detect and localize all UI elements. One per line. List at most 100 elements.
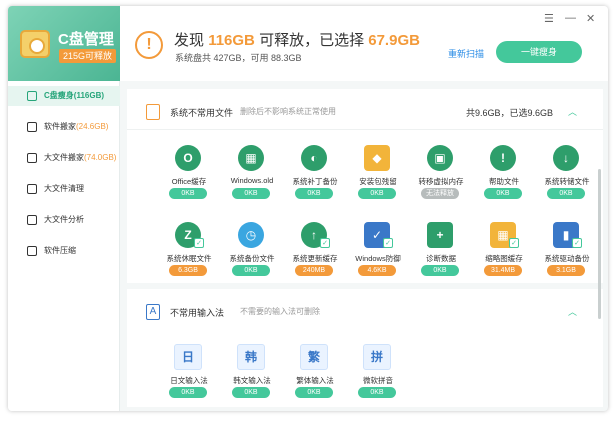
cleanup-item[interactable]: ↓ 系统转储文件 0KB bbox=[536, 145, 598, 207]
sidebar-item-size: (74.0GB) bbox=[84, 153, 117, 162]
item-size-badge: 0KB bbox=[421, 265, 459, 276]
ime-item[interactable]: 繁繁体输入法 0KB bbox=[284, 344, 346, 406]
cleanup-item[interactable]: + 诊断数据 0KB bbox=[410, 222, 472, 284]
item-label: 系统转储文件 bbox=[544, 177, 590, 186]
item-label: 诊断数据 bbox=[426, 254, 456, 263]
section-title: 系统不常用文件 bbox=[170, 108, 234, 118]
sidebar-item-text: 软件压缩 bbox=[44, 246, 76, 255]
rescan-link[interactable]: 重新扫描 bbox=[448, 47, 484, 60]
cleanup-item[interactable]: ✓ ✓ Windows防御 4.6KB bbox=[347, 222, 409, 284]
item-size-badge: 0KB bbox=[169, 188, 207, 199]
scrollbar[interactable] bbox=[598, 169, 601, 319]
sidebar-item-6[interactable]: 软件压缩 bbox=[8, 241, 120, 261]
sidebar-item-label: C盘瘦身(116GB) bbox=[44, 86, 104, 106]
item-size-badge: 无法释放 bbox=[421, 188, 459, 199]
collapse-icon[interactable]: ︿ bbox=[568, 305, 577, 318]
sidebar-item-label: 软件搬家(24.6GB) bbox=[44, 117, 108, 137]
item-size-badge: 31.4MB bbox=[484, 265, 522, 276]
cleanup-item[interactable]: ▣ 转移虚拟内存 无法释放 bbox=[410, 145, 472, 207]
cleanup-item[interactable]: ▦ ✓ 缩略图缓存 31.4MB bbox=[473, 222, 535, 284]
warning-icon: ! bbox=[135, 31, 163, 59]
collapse-icon[interactable]: ︿ bbox=[568, 105, 577, 118]
menu-icon[interactable]: ☰ bbox=[544, 12, 554, 25]
cleanup-item[interactable]: O Office缓存 0KB bbox=[158, 145, 220, 207]
ime-icon: 韩 bbox=[237, 344, 265, 370]
cleanup-item[interactable]: ▦ Windows.old 0KB bbox=[221, 145, 283, 207]
item-label: 缩略图缓存 bbox=[485, 254, 523, 263]
item-size-badge: 0KB bbox=[232, 188, 270, 199]
keyboard-a-icon: A bbox=[146, 304, 160, 320]
checkbox-icon[interactable]: ✓ bbox=[509, 238, 519, 248]
sidebar-item-label: 大文件搬家(74.0GB) bbox=[44, 148, 116, 168]
drive-icon bbox=[27, 91, 37, 101]
item-label: Windows.old bbox=[230, 176, 274, 185]
checkbox-icon[interactable]: ✓ bbox=[320, 238, 330, 248]
item-icon: ! bbox=[490, 145, 516, 171]
item-label: 系统补丁备份 bbox=[292, 177, 338, 186]
sidebar-item-4[interactable]: 大文件清理 bbox=[8, 179, 120, 199]
section-summary: 共9.6GB，已选9.6GB bbox=[465, 108, 553, 118]
cleanup-item[interactable]: ◐ 系统补丁备份 0KB bbox=[284, 145, 346, 207]
chart-icon bbox=[27, 215, 37, 225]
cleanup-item[interactable]: Z ✓ 系统休眠文件 6.3GB bbox=[158, 222, 220, 284]
ime-item[interactable]: 拼微软拼音 0KB bbox=[347, 344, 409, 406]
item-size-badge: 3.1GB bbox=[547, 265, 585, 276]
sidebar: C盘管理 215G可释放 C盘瘦身(116GB) 软件搬家(24.6GB) 大文件搬… bbox=[8, 6, 120, 411]
sidebar-item-text: C盘瘦身 bbox=[44, 91, 74, 100]
disk-info: 系统盘共 427GB，可用 88.3GB bbox=[175, 53, 302, 63]
item-size-badge: 0KB bbox=[484, 188, 522, 199]
section-header-system-files: 系统不常用文件 删除后不影响系统正常使用 共9.6GB，已选9.6GB ︿ bbox=[127, 99, 603, 127]
sidebar-item-label: 大文件分析 bbox=[44, 210, 84, 230]
close-icon[interactable]: ✕ bbox=[586, 12, 595, 25]
scan-headline: 发现 116GB 可释放，已选择 67.9GB bbox=[174, 29, 420, 50]
headline-text-2: 可释放，已选择 bbox=[259, 32, 365, 49]
broom-icon bbox=[27, 184, 37, 194]
item-icon: ◐ bbox=[301, 145, 327, 171]
cleanup-item[interactable]: ▮ ✓ 系统驱动备份 3.1GB bbox=[536, 222, 598, 284]
sidebar-item-1[interactable]: C盘瘦身(116GB) bbox=[8, 86, 120, 106]
item-size-badge: 0KB bbox=[295, 188, 333, 199]
item-label: 韩文输入法 bbox=[233, 376, 271, 385]
sidebar-item-size: (24.6GB) bbox=[76, 122, 109, 131]
ime-icon: 日 bbox=[174, 344, 202, 370]
section-header-ime: A 不常用输入法 不需要的输入法可删除 ︿ bbox=[127, 299, 603, 327]
file-move-icon bbox=[27, 153, 37, 163]
cleanup-item[interactable]: ◷ 系统备份文件 0KB bbox=[221, 222, 283, 284]
sidebar-item-label: 大文件清理 bbox=[44, 179, 84, 199]
item-label: 系统休眠文件 bbox=[166, 254, 212, 263]
sidebar-item-3[interactable]: 大文件搬家(74.0GB) bbox=[8, 148, 120, 168]
ime-item[interactable]: 韩韩文输入法 0KB bbox=[221, 344, 283, 406]
item-icon: O bbox=[175, 145, 201, 171]
item-icon: + bbox=[427, 222, 453, 248]
item-size-badge: 240MB bbox=[295, 265, 333, 276]
cleanup-item[interactable]: ! 帮助文件 0KB bbox=[473, 145, 535, 207]
item-label: 帮助文件 bbox=[489, 177, 519, 186]
item-icon: ◷ bbox=[238, 222, 264, 248]
brand-header: C盘管理 215G可释放 bbox=[8, 6, 120, 81]
one-click-slim-button[interactable]: 一键瘦身 bbox=[496, 41, 582, 63]
ime-item[interactable]: 日日文输入法 0KB bbox=[158, 344, 220, 406]
item-icon: ▣ bbox=[427, 145, 453, 171]
app-window: C盘管理 215G可释放 C盘瘦身(116GB) 软件搬家(24.6GB) 大文件搬… bbox=[8, 6, 608, 411]
item-label: 系统更新缓存 bbox=[292, 254, 338, 263]
checkbox-icon[interactable]: ✓ bbox=[194, 238, 204, 248]
found-size: 116GB bbox=[208, 32, 255, 49]
sidebar-item-5[interactable]: 大文件分析 bbox=[8, 210, 120, 230]
cleanup-item[interactable]: ↑ ✓ 系统更新缓存 240MB bbox=[284, 222, 346, 284]
document-icon bbox=[146, 104, 160, 120]
item-icon: ◆ bbox=[364, 145, 390, 171]
item-size-badge: 0KB bbox=[358, 188, 396, 199]
releasable-badge: 215G可释放 bbox=[59, 49, 117, 63]
ime-icon: 拼 bbox=[363, 344, 391, 370]
section-title: 不常用输入法 bbox=[170, 308, 225, 318]
section-desc: 不需要的输入法可删除 bbox=[240, 307, 320, 316]
sidebar-item-text: 大文件搬家 bbox=[44, 153, 84, 162]
sidebar-item-2[interactable]: 软件搬家(24.6GB) bbox=[8, 117, 120, 137]
minimize-icon[interactable]: — bbox=[565, 12, 576, 24]
cleanup-item[interactable]: ◆ 安装包残留 0KB bbox=[347, 145, 409, 207]
item-label: 微软拼音 bbox=[363, 376, 393, 385]
checkbox-icon[interactable]: ✓ bbox=[572, 238, 582, 248]
checkbox-icon[interactable]: ✓ bbox=[383, 238, 393, 248]
item-size-badge: 0KB bbox=[547, 188, 585, 199]
item-label: 系统备份文件 bbox=[229, 254, 275, 263]
